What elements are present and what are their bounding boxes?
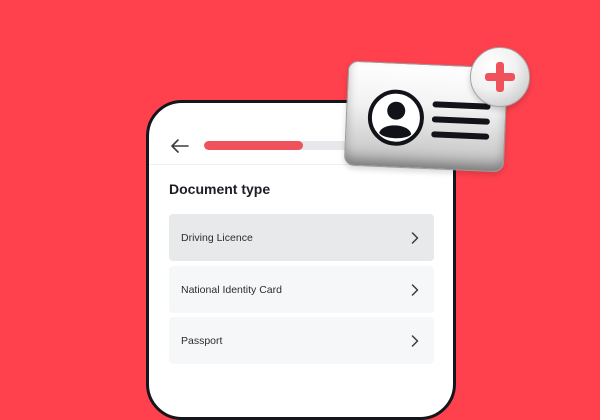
plus-icon: [470, 47, 530, 107]
option-national-identity-card[interactable]: National Identity Card: [169, 266, 434, 313]
chevron-right-icon: [410, 231, 420, 245]
arrow-left-icon: [171, 139, 189, 153]
chevron-right-icon: [410, 334, 420, 348]
avatar-icon: [367, 89, 424, 146]
chevron-right-icon: [410, 283, 420, 297]
plus-glyph: [485, 62, 515, 92]
progress-fill: [204, 141, 303, 150]
option-label: Passport: [181, 334, 223, 347]
option-passport[interactable]: Passport: [169, 317, 434, 364]
page-title: Document type: [169, 181, 271, 197]
option-label: Driving Licence: [181, 231, 253, 244]
option-label: National Identity Card: [181, 283, 282, 296]
option-driving-licence[interactable]: Driving Licence: [169, 214, 434, 261]
text-lines-icon: [431, 101, 491, 140]
back-button[interactable]: [169, 136, 191, 156]
